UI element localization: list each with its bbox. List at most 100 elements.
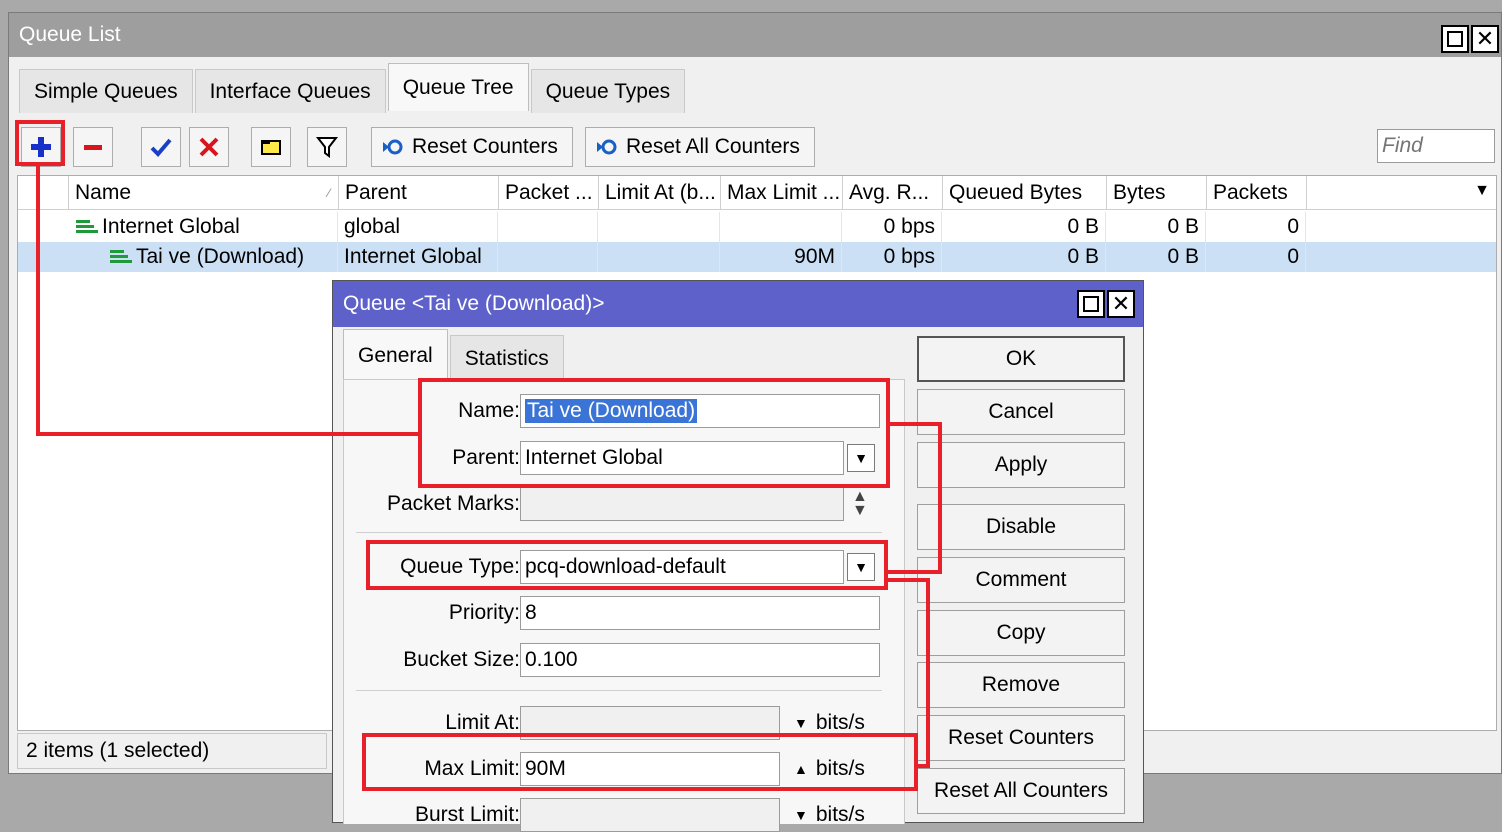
disable-button[interactable]	[189, 127, 229, 167]
col-avg-rate[interactable]: Avg. R...	[842, 176, 942, 210]
dropdown-icon: ▼	[854, 559, 868, 575]
queue-type-dropdown-button[interactable]: ▼	[847, 553, 875, 581]
reset-all-counters-button[interactable]: Reset All Counters	[917, 768, 1125, 814]
maximize-button[interactable]	[1441, 25, 1469, 53]
max-limit-label: Max Limit:	[424, 757, 520, 780]
row-packet-marks	[498, 242, 598, 272]
packet-marks-label: Packet Marks:	[386, 492, 520, 515]
queue-icon	[110, 250, 132, 263]
ok-button[interactable]: OK	[917, 336, 1125, 382]
priority-label: Priority:	[448, 601, 520, 624]
updown-icon[interactable]: ▲ ▼	[852, 489, 868, 519]
row-queued-bytes: 0 B	[942, 242, 1106, 272]
row-avg-rate: 0 bps	[842, 212, 942, 242]
close-button[interactable]: ✕	[1471, 25, 1499, 53]
tab-queue-tree[interactable]: Queue Tree	[387, 63, 529, 111]
tab-statistics[interactable]: Statistics	[449, 335, 564, 381]
col-limit-at[interactable]: Limit At (b...	[598, 176, 720, 210]
dropdown-icon: ▼	[854, 450, 868, 466]
reset-all-icon	[597, 139, 617, 155]
filter-button[interactable]	[307, 127, 347, 167]
main-tabs: Simple Queues Interface Queues Queue Tre…	[19, 63, 687, 113]
col-max-limit[interactable]: Max Limit ...	[720, 176, 842, 210]
tab-simple-queues[interactable]: Simple Queues	[19, 69, 193, 113]
reset-icon	[383, 139, 403, 155]
expand-down-icon[interactable]: ▼	[794, 715, 808, 731]
reset-counters-button[interactable]: Reset Counters	[917, 715, 1125, 761]
col-blank	[18, 176, 68, 210]
window-titlebar: Queue List	[9, 13, 1501, 57]
name-label: Name:	[458, 399, 520, 422]
remove-button[interactable]	[73, 127, 113, 167]
row-avg-rate: 0 bps	[842, 242, 942, 272]
comment-button[interactable]	[251, 127, 291, 167]
row-queued-bytes: 0 B	[942, 212, 1106, 242]
find-input[interactable]	[1377, 129, 1495, 163]
cancel-button[interactable]: Cancel	[917, 389, 1125, 435]
copy-button[interactable]: Copy	[917, 610, 1125, 656]
check-icon	[150, 138, 172, 157]
name-field[interactable]: Tai ve (Download)	[520, 394, 880, 428]
sort-icon: ⁄	[327, 186, 330, 200]
add-button[interactable]	[21, 127, 61, 167]
general-panel: Name: Tai ve (Download) Parent: Internet…	[343, 379, 905, 832]
divider	[356, 532, 882, 533]
max-limit-field[interactable]: 90M	[520, 752, 780, 786]
tab-queue-types[interactable]: Queue Types	[530, 69, 686, 113]
col-packets[interactable]: Packets	[1206, 176, 1306, 210]
disable-button[interactable]: Disable	[917, 504, 1125, 550]
row-name: Tai ve (Download)	[136, 245, 305, 268]
queue-icon	[76, 220, 98, 233]
col-bytes[interactable]: Bytes	[1106, 176, 1206, 210]
reset-counters-button[interactable]: Reset Counters	[371, 127, 573, 167]
reset-all-counters-button[interactable]: Reset All Counters	[585, 127, 815, 167]
packet-marks-field[interactable]	[520, 487, 844, 521]
burst-limit-field[interactable]	[520, 798, 780, 832]
parent-label: Parent:	[452, 446, 520, 469]
parent-dropdown-button[interactable]: ▼	[847, 444, 875, 472]
limit-at-field[interactable]	[520, 706, 780, 740]
dialog-tabs: General Statistics	[343, 329, 566, 381]
note-icon	[261, 140, 281, 155]
apply-button[interactable]: Apply	[917, 442, 1125, 488]
tab-general[interactable]: General	[343, 329, 448, 381]
table-row[interactable]: Tai ve (Download) Internet Global 90M 0 …	[18, 242, 1496, 272]
priority-field[interactable]: 8	[520, 596, 880, 630]
x-icon	[199, 137, 219, 157]
row-packets: 0	[1206, 242, 1306, 272]
toolbar: Reset Counters Reset All Counters	[17, 121, 1497, 171]
col-queued-bytes[interactable]: Queued Bytes	[942, 176, 1106, 210]
row-packet-marks	[498, 212, 598, 242]
expand-down-icon[interactable]: ▼	[794, 807, 808, 823]
close-icon: ✕	[1475, 26, 1495, 51]
column-menu-icon[interactable]: ▼	[1474, 182, 1490, 200]
limit-at-unit: ▼ bits/s	[794, 711, 865, 734]
queue-type-field[interactable]: pcq-download-default	[520, 550, 844, 584]
remove-button[interactable]: Remove	[917, 662, 1125, 708]
close-icon: ✕	[1111, 291, 1131, 316]
collapse-up-icon[interactable]: ▲	[794, 761, 808, 777]
col-packet-marks[interactable]: Packet ...	[498, 176, 598, 210]
row-parent: global	[344, 212, 498, 242]
parent-field[interactable]: Internet Global	[520, 441, 844, 475]
maximize-icon	[1447, 31, 1463, 47]
row-name: Internet Global	[102, 215, 240, 238]
enable-button[interactable]	[141, 127, 181, 167]
bucket-size-field[interactable]: 0.100	[520, 643, 880, 677]
queue-dialog: Queue <Tai ve (Download)> ✕ General Stat…	[332, 280, 1144, 832]
row-limit-at	[598, 212, 720, 242]
table-header: Name ⁄ Parent Packet ... Limit At (b... M…	[18, 176, 1496, 210]
col-parent[interactable]: Parent	[338, 176, 498, 210]
plus-icon	[31, 137, 51, 157]
col-name[interactable]: Name ⁄	[68, 176, 338, 210]
dialog-maximize-button[interactable]	[1077, 290, 1105, 318]
table-row[interactable]: Internet Global global 0 bps 0 B 0 B 0	[18, 212, 1496, 242]
dialog-title: Queue <Tai ve (Download)>	[343, 292, 605, 315]
row-packets: 0	[1206, 212, 1306, 242]
burst-limit-label: Burst Limit:	[414, 803, 520, 826]
tab-interface-queues[interactable]: Interface Queues	[194, 69, 386, 113]
comment-button[interactable]: Comment	[917, 557, 1125, 603]
limit-at-label: Limit At:	[445, 711, 520, 734]
dialog-close-button[interactable]: ✕	[1107, 290, 1135, 318]
col-extra	[1306, 176, 1496, 210]
